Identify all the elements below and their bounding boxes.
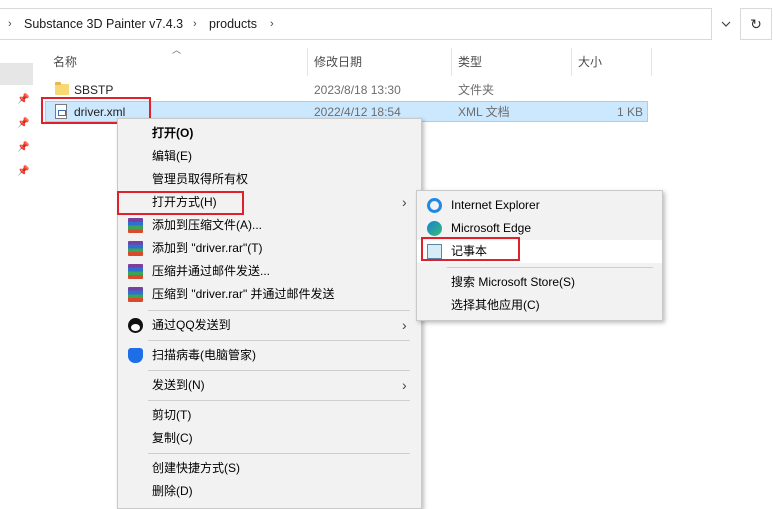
shield-icon (128, 348, 143, 363)
menu-item-take-ownership[interactable]: 管理员取得所有权 (118, 168, 421, 191)
menu-item-edit[interactable]: 编辑(E) (118, 145, 421, 168)
refresh-icon[interactable]: ↻ (740, 8, 772, 40)
submenu-item-label: 选择其他应用(C) (451, 298, 540, 312)
file-date: 2023/8/18 13:30 (314, 83, 401, 97)
nav-selected-item[interactable] (0, 63, 33, 85)
menu-item-delete[interactable]: 删除(D) (118, 480, 421, 503)
menu-item-label: 删除(D) (152, 484, 193, 498)
column-divider[interactable] (571, 48, 572, 76)
menu-item-label: 创建快捷方式(S) (152, 461, 240, 475)
menu-separator (148, 310, 410, 311)
menu-item-label: 扫描病毒(电脑管家) (152, 348, 256, 362)
breadcrumb-chevron-icon[interactable]: › (8, 18, 12, 30)
menu-item-label: 复制(C) (152, 431, 193, 445)
menu-item-send-to[interactable]: 发送到(N) › (118, 374, 421, 397)
annotation-highlight-notepad (421, 237, 520, 261)
menu-item-label: 发送到(N) (152, 378, 205, 392)
folder-icon (55, 82, 69, 95)
navigation-pane (0, 40, 38, 509)
menu-separator (148, 400, 410, 401)
column-header-date[interactable]: 修改日期 (314, 48, 362, 76)
submenu-item-microsoft-store[interactable]: 搜索 Microsoft Store(S) (417, 271, 662, 294)
menu-item-label: 添加到 "driver.rar"(T) (152, 241, 263, 255)
menu-item-label: 添加到压缩文件(A)... (152, 218, 262, 232)
chevron-down-icon[interactable] (714, 8, 738, 40)
menu-item-label: 压缩到 "driver.rar" 并通过邮件发送 (152, 287, 335, 301)
submenu-item-choose-other-app[interactable]: 选择其他应用(C) (417, 294, 662, 317)
menu-item-add-to-rar[interactable]: 添加到 "driver.rar"(T) (118, 237, 421, 260)
menu-item-scan-virus[interactable]: 扫描病毒(电脑管家) (118, 344, 421, 367)
winrar-icon (128, 218, 143, 233)
file-type: 文件夹 (458, 83, 495, 97)
menu-separator (148, 340, 410, 341)
context-menu: 打开(O) 编辑(E) 管理员取得所有权 打开方式(H) › 添加到压缩文件(A… (117, 118, 422, 509)
file-size: 1 KB (617, 105, 644, 119)
breadcrumb-chevron-icon[interactable]: › (193, 18, 197, 30)
menu-item-label: 压缩并通过邮件发送... (152, 264, 271, 278)
annotation-highlight-open-with (117, 191, 244, 215)
address-bar[interactable]: › Substance 3D Painter v7.4.3 › products… (0, 8, 712, 40)
menu-item-label: 通过QQ发送到 (152, 318, 231, 332)
menu-item-label: 管理员取得所有权 (152, 172, 249, 186)
column-header-size[interactable]: 大小 (578, 48, 602, 76)
pin-icon: 📌 (17, 142, 30, 153)
column-divider[interactable] (307, 48, 308, 76)
file-type: XML 文档 (458, 105, 510, 119)
pin-icon: 📌 (17, 94, 30, 105)
chevron-right-icon: › (402, 317, 407, 333)
microsoft-edge-icon (427, 221, 442, 236)
pin-icon: 📌 (17, 166, 30, 177)
menu-item-label: 编辑(E) (152, 149, 192, 163)
menu-item-send-via-qq[interactable]: 通过QQ发送到 › (118, 314, 421, 337)
menu-item-create-shortcut[interactable]: 创建快捷方式(S) (118, 457, 421, 480)
column-divider[interactable] (651, 48, 652, 76)
menu-item-label: 打开(O) (152, 126, 194, 140)
submenu-item-internet-explorer[interactable]: Internet Explorer (417, 194, 662, 217)
menu-item-compress-rar-email[interactable]: 压缩到 "driver.rar" 并通过邮件发送 (118, 283, 421, 306)
sort-ascending-icon: ︿ (172, 45, 182, 55)
internet-explorer-icon (427, 198, 442, 213)
breadcrumb-item-substance[interactable]: Substance 3D Painter v7.4.3 (24, 17, 183, 31)
chevron-right-icon: › (402, 377, 407, 393)
column-header-name[interactable]: 名称 (53, 48, 77, 76)
menu-item-cut[interactable]: 剪切(T) (118, 404, 421, 427)
winrar-icon (128, 241, 143, 256)
menu-item-open[interactable]: 打开(O) (118, 122, 421, 145)
submenu-item-label: 搜索 Microsoft Store(S) (451, 275, 576, 289)
menu-item-add-to-archive[interactable]: 添加到压缩文件(A)... (118, 214, 421, 237)
menu-item-compress-email[interactable]: 压缩并通过邮件发送... (118, 260, 421, 283)
column-divider[interactable] (451, 48, 452, 76)
winrar-icon (128, 264, 143, 279)
menu-separator (148, 453, 410, 454)
menu-separator (148, 370, 410, 371)
pin-icon: 📌 (17, 118, 30, 129)
column-header-type[interactable]: 类型 (458, 48, 482, 76)
winrar-icon (128, 287, 143, 302)
qq-penguin-icon (128, 318, 143, 333)
breadcrumb-chevron-icon[interactable]: › (270, 18, 274, 30)
breadcrumb-item-products[interactable]: products (209, 17, 257, 31)
menu-item-copy[interactable]: 复制(C) (118, 427, 421, 450)
chevron-right-icon: › (402, 194, 407, 210)
menu-item-label: 剪切(T) (152, 408, 192, 422)
menu-separator (447, 267, 653, 268)
submenu-item-label: Internet Explorer (451, 198, 540, 212)
